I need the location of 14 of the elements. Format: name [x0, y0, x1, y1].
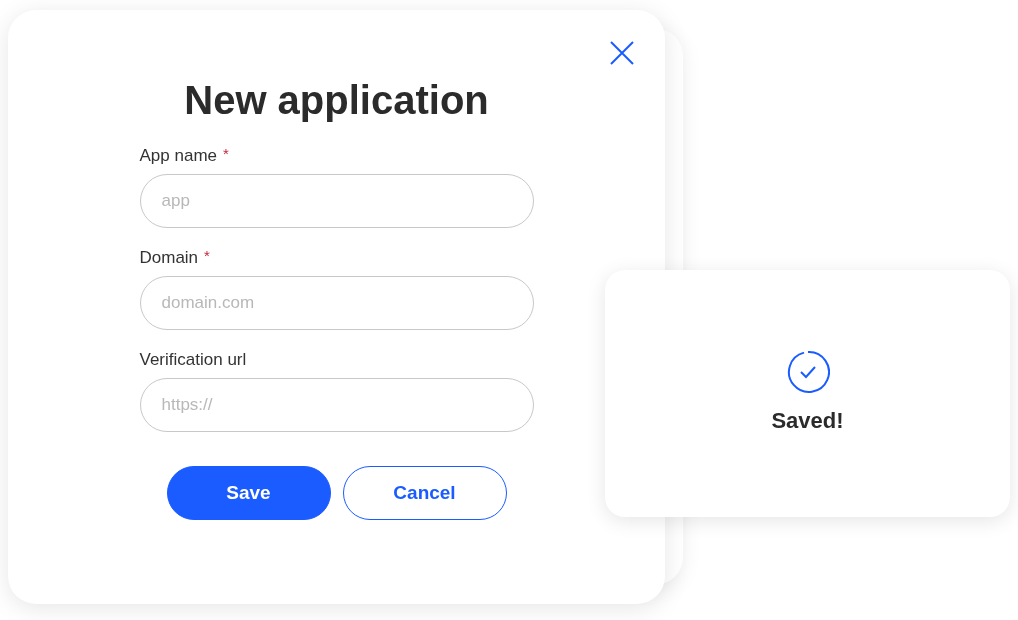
dialog-title: New application: [184, 77, 489, 124]
input-field[interactable]: domain.com: [139, 276, 534, 330]
field-label: Domain: [139, 248, 199, 268]
check-circle-icon: [785, 350, 830, 394]
input-field[interactable]: app: [139, 174, 534, 228]
required-mark: *: [223, 146, 229, 162]
input-field[interactable]: https://: [139, 378, 534, 432]
field-label: Verification url: [139, 350, 247, 370]
saved-message: Saved!: [771, 407, 844, 435]
close-icon[interactable]: [609, 40, 635, 66]
field-label: App name: [139, 146, 217, 166]
required-mark: *: [204, 248, 210, 264]
save-button[interactable]: Save: [166, 466, 331, 520]
cancel-button[interactable]: Cancel: [342, 466, 507, 520]
